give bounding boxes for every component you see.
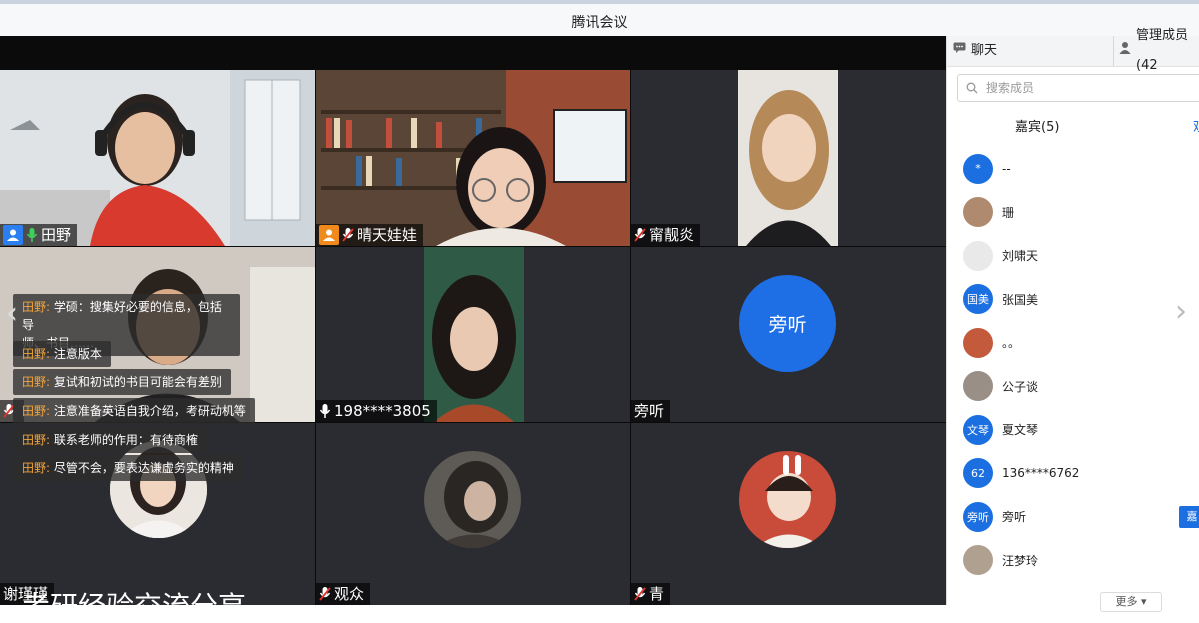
member-row[interactable]: 文琴 夏文琴 <box>947 408 1199 451</box>
panel-tabs: 聊天 管理成员(42 <box>947 28 1199 73</box>
video-tile-9[interactable]: 青 <box>631 423 946 605</box>
member-row[interactable]: * -- <box>947 147 1199 190</box>
member-name: 公子谈 <box>1002 379 1039 394</box>
tab-divider <box>1113 36 1114 66</box>
participant-nametag: 青 <box>631 583 671 605</box>
participant-avatar <box>739 451 836 548</box>
chat-icon <box>953 36 966 66</box>
participant-video <box>316 247 630 422</box>
chat-message: 田野: 注意版本 <box>13 341 111 367</box>
member-name: 夏文琴 <box>1002 423 1039 437</box>
member-avatar <box>963 371 993 401</box>
member-name: 张国美 <box>1002 292 1039 307</box>
video-tile-2[interactable]: 晴天娃娃 <box>316 70 630 246</box>
participant-name: 198****3805 <box>334 402 431 420</box>
tab-audience[interactable]: 观 <box>1193 112 1199 144</box>
window-title: 腾讯会议 <box>571 15 628 31</box>
video-caption: 考研经验交流分享 <box>22 590 247 623</box>
tab-members[interactable]: 管理成员(42 <box>1119 28 1199 73</box>
member-row[interactable]: 国美 张国美 <box>947 278 1199 321</box>
video-tile-6[interactable]: 旁听 旁听 <box>631 247 946 422</box>
host-icon <box>3 225 23 245</box>
chat-message: 田野: 注意准备英语自我介绍，考研动机等 <box>13 398 255 424</box>
prev-page-icon[interactable]: ‹ <box>6 296 18 331</box>
participant-name: 青 <box>649 585 665 603</box>
member-name: 136****6762 <box>1002 466 1080 480</box>
member-row[interactable]: 汪梦玲 <box>947 539 1199 582</box>
member-name: 珊 <box>1002 205 1015 220</box>
chat-message: 田野: 联系老师的作用：有待商榷 <box>13 427 207 453</box>
chat-message: 田野: 尽管不会，要表达谦虚务实的精神 <box>13 455 243 481</box>
tab-guests[interactable]: 嘉宾(5) <box>1015 112 1059 144</box>
mic-muted-icon <box>634 586 646 602</box>
member-avatar: 文琴 <box>963 414 993 445</box>
window-titlebar: 腾讯会议 <box>0 0 1199 36</box>
member-name: -- <box>1002 161 1011 176</box>
chat-message: 田野: 复试和初试的书目可能会有差别 <box>13 369 231 395</box>
member-panel: 聊天 管理成员(42 嘉宾(5) 观 * -- 珊刘啸天国美张国美。。公子谈文琴夏文… <box>946 28 1199 612</box>
member-avatar: * <box>963 153 993 184</box>
participant-nametag: 田野 <box>0 224 78 246</box>
participant-nametag: 旁听 <box>631 400 671 422</box>
person-icon <box>1119 36 1131 66</box>
video-grid: 田野 晴天娃娃 甯靓炎 198****3805 旁听 旁听 谢瑾瑾 观众 青 田… <box>0 36 946 605</box>
member-name: 。。 <box>1002 336 1021 350</box>
more-button[interactable]: 更多 ▾ <box>1100 592 1162 612</box>
search-input[interactable] <box>984 80 1188 96</box>
participant-video <box>316 70 630 246</box>
member-name: 旁听 <box>1002 510 1027 524</box>
mic-on-icon <box>26 227 38 243</box>
member-row[interactable]: 62 136****6762 <box>947 452 1199 495</box>
participant-nametag: 晴天娃娃 <box>316 224 424 246</box>
participant-video <box>0 70 315 246</box>
participant-name: 甯靓炎 <box>649 226 695 244</box>
member-name: 刘啸天 <box>1002 249 1039 263</box>
member-row[interactable]: 刘啸天 <box>947 234 1199 277</box>
participant-name: 晴天娃娃 <box>357 226 418 244</box>
next-page-icon[interactable]: › <box>1175 294 1187 329</box>
mic-muted-icon <box>319 586 331 602</box>
avatar-text: 旁听 <box>768 314 807 336</box>
participant-nametag: 198****3805 <box>316 400 437 422</box>
mic-on-icon <box>319 403 331 419</box>
member-row[interactable]: 。。 <box>947 321 1199 364</box>
member-row[interactable]: 旁听 旁听 嘉 <box>947 495 1199 538</box>
member-avatar: 62 <box>963 458 993 488</box>
member-avatar: 旁听 <box>963 501 993 532</box>
participant-nametag: 甯靓炎 <box>631 224 701 246</box>
member-avatar <box>963 327 993 358</box>
video-tile-8[interactable]: 观众 <box>316 423 630 605</box>
participant-name: 田野 <box>41 226 72 244</box>
member-row[interactable]: 珊 <box>947 191 1199 234</box>
member-avatar <box>963 240 993 271</box>
member-search[interactable] <box>957 74 1199 102</box>
member-avatar <box>963 197 993 227</box>
member-name: 汪梦玲 <box>1002 553 1039 568</box>
participant-avatar <box>424 451 521 548</box>
video-tile-5[interactable]: 198****3805 <box>316 247 630 422</box>
tab-chat[interactable]: 聊天 <box>953 36 997 66</box>
video-tile-1[interactable]: 田野 <box>0 70 315 246</box>
participant-video <box>631 70 946 246</box>
participant-name: 观众 <box>334 585 365 603</box>
host-icon <box>319 225 339 245</box>
member-subtabs: 嘉宾(5) 观 <box>947 112 1199 144</box>
member-action-button[interactable]: 嘉 <box>1179 505 1199 528</box>
member-avatar: 国美 <box>963 284 993 314</box>
video-tile-3[interactable]: 甯靓炎 <box>631 70 946 246</box>
member-avatar <box>963 545 993 575</box>
participant-name: 旁听 <box>634 402 665 420</box>
mic-muted-icon <box>342 227 354 243</box>
participant-avatar: 旁听 <box>739 275 836 372</box>
member-row[interactable]: 公子谈 <box>947 365 1199 408</box>
participant-nametag: 观众 <box>316 583 371 605</box>
mic-muted-icon <box>634 227 646 243</box>
search-icon <box>966 79 978 98</box>
